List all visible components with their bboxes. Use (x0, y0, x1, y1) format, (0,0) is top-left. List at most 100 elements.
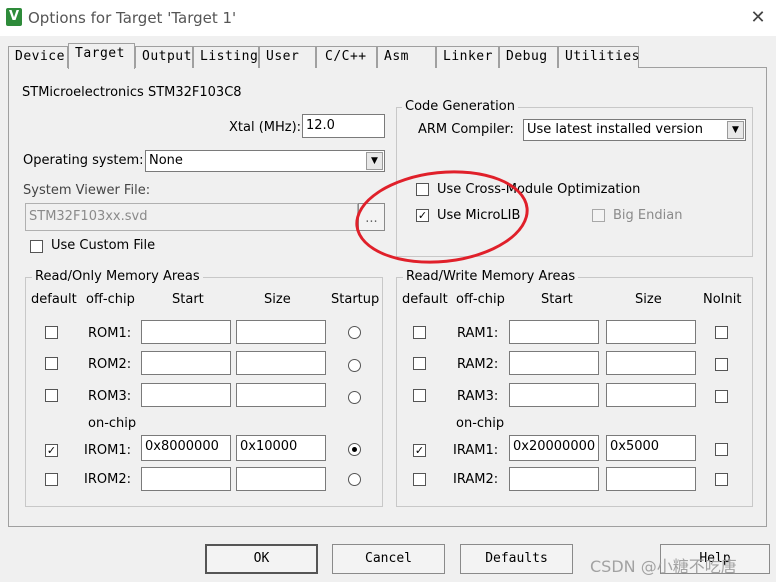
irom1-label: IROM1: (84, 443, 131, 458)
compiler-select-value: Use latest installed version (527, 122, 704, 137)
rom-header-default: default (31, 292, 77, 307)
ram3-size-input[interactable] (606, 383, 696, 407)
rom3-startup-radio[interactable] (348, 391, 361, 404)
tab-utilities[interactable]: Utilities (558, 46, 639, 68)
rom-onchip-label: on-chip (88, 416, 137, 431)
ram3-label: RAM3: (457, 389, 499, 404)
rom-header-start: Start (172, 292, 204, 307)
code-generation-title: Code Generation (402, 99, 518, 115)
defaults-button[interactable]: Defaults (460, 544, 573, 574)
tab-listing[interactable]: Listing (193, 46, 259, 68)
rom2-default-checkbox[interactable] (45, 357, 58, 370)
ram2-noinit-checkbox[interactable] (715, 358, 728, 371)
iram2-noinit-checkbox[interactable] (715, 473, 728, 486)
irom2-size-input[interactable] (236, 467, 326, 491)
keil-v-icon: V (6, 8, 22, 26)
svd-label: System Viewer File: (23, 183, 151, 198)
ram3-start-input[interactable] (509, 383, 599, 407)
custom-file-checkbox[interactable] (30, 240, 43, 253)
window-title: Options for Target 'Target 1' (28, 9, 237, 27)
iram1-noinit-checkbox[interactable] (715, 443, 728, 456)
irom1-startup-radio[interactable] (348, 443, 361, 456)
microlib-checkbox[interactable]: ✓ (416, 209, 429, 222)
compiler-label: ARM Compiler: (418, 122, 514, 137)
irom2-startup-radio[interactable] (348, 473, 361, 486)
irom1-size-input[interactable]: 0x10000 (236, 435, 326, 461)
rom3-default-checkbox[interactable] (45, 389, 58, 402)
rom2-size-input[interactable] (236, 351, 326, 375)
irom2-start-input[interactable] (141, 467, 231, 491)
rom1-startup-radio[interactable] (348, 326, 361, 339)
tab-debug[interactable]: Debug (499, 46, 558, 68)
rom1-size-input[interactable] (236, 320, 326, 344)
tab-target[interactable]: Target (68, 43, 135, 69)
rom1-default-checkbox[interactable] (45, 326, 58, 339)
ram1-label: RAM1: (457, 326, 499, 341)
big-endian-checkbox[interactable] (592, 209, 605, 222)
close-icon[interactable]: ✕ (748, 8, 768, 28)
iram2-label: IRAM2: (453, 472, 499, 487)
cross-module-label: Use Cross-Module Optimization (437, 182, 641, 197)
ram3-noinit-checkbox[interactable] (715, 390, 728, 403)
rom2-startup-radio[interactable] (348, 359, 361, 372)
ok-button[interactable]: OK (205, 544, 318, 574)
iram2-size-input[interactable] (606, 467, 696, 491)
tab-device[interactable]: Device (8, 46, 68, 68)
ram1-start-input[interactable] (509, 320, 599, 344)
rom-header-size: Size (264, 292, 291, 307)
rom1-label: ROM1: (88, 326, 132, 341)
cross-module-checkbox[interactable] (416, 183, 429, 196)
custom-file-label: Use Custom File (51, 238, 156, 253)
rom-header-offchip: off-chip (86, 292, 135, 307)
ram-header-noinit: NoInit (703, 292, 742, 307)
ram1-size-input[interactable] (606, 320, 696, 344)
iram1-label: IRAM1: (453, 443, 499, 458)
rom-header-startup: Startup (331, 292, 380, 307)
ram2-start-input[interactable] (509, 351, 599, 375)
rom2-start-input[interactable] (141, 351, 231, 375)
rom2-label: ROM2: (88, 357, 132, 372)
rom3-size-input[interactable] (236, 383, 326, 407)
rom1-start-input[interactable] (141, 320, 231, 344)
svd-input[interactable]: STM32F103xx.svd (25, 203, 358, 231)
iram2-start-input[interactable] (509, 467, 599, 491)
cancel-button[interactable]: Cancel (332, 544, 445, 574)
iram1-start-input[interactable]: 0x20000000 (509, 435, 599, 461)
ram3-default-checkbox[interactable] (413, 389, 426, 402)
xtal-label: Xtal (MHz): (229, 120, 302, 135)
ram2-default-checkbox[interactable] (413, 357, 426, 370)
tab-asm[interactable]: Asm (377, 46, 436, 68)
tab-cc[interactable]: C/C++ (316, 46, 377, 68)
ram2-label: RAM2: (457, 357, 499, 372)
csdn-watermark: CSDN @小糖不吃唐 (590, 557, 737, 576)
chevron-down-icon: ▼ (366, 152, 383, 170)
os-select[interactable]: None ▼ (145, 150, 385, 172)
tab-output[interactable]: Output (135, 46, 193, 68)
irom1-default-checkbox[interactable]: ✓ (45, 444, 58, 457)
xtal-input[interactable]: 12.0 (302, 114, 385, 138)
ram1-default-checkbox[interactable] (413, 326, 426, 339)
ram-header-size: Size (635, 292, 662, 307)
iram1-default-checkbox[interactable]: ✓ (413, 444, 426, 457)
ram1-noinit-checkbox[interactable] (715, 326, 728, 339)
iram1-size-input[interactable]: 0x5000 (606, 435, 696, 461)
irom1-start-input[interactable]: 0x8000000 (141, 435, 231, 461)
ram-title: Read/Write Memory Areas (403, 269, 579, 285)
tab-linker[interactable]: Linker (436, 46, 499, 68)
rom-title: Read/Only Memory Areas (32, 269, 203, 285)
irom2-label: IROM2: (84, 472, 131, 487)
iram2-default-checkbox[interactable] (413, 473, 426, 486)
svd-browse-button[interactable]: ... (358, 203, 385, 231)
ram-header-offchip: off-chip (456, 292, 505, 307)
rom3-start-input[interactable] (141, 383, 231, 407)
title-bar: V Options for Target 'Target 1' ✕ (0, 0, 776, 36)
os-select-value: None (149, 153, 183, 168)
os-label: Operating system: (23, 153, 144, 168)
ram-header-default: default (402, 292, 448, 307)
chevron-down-icon: ▼ (727, 121, 744, 139)
irom2-default-checkbox[interactable] (45, 473, 58, 486)
compiler-select[interactable]: Use latest installed version ▼ (523, 119, 746, 141)
big-endian-label: Big Endian (613, 208, 683, 223)
tab-user[interactable]: User (259, 46, 316, 68)
ram2-size-input[interactable] (606, 351, 696, 375)
